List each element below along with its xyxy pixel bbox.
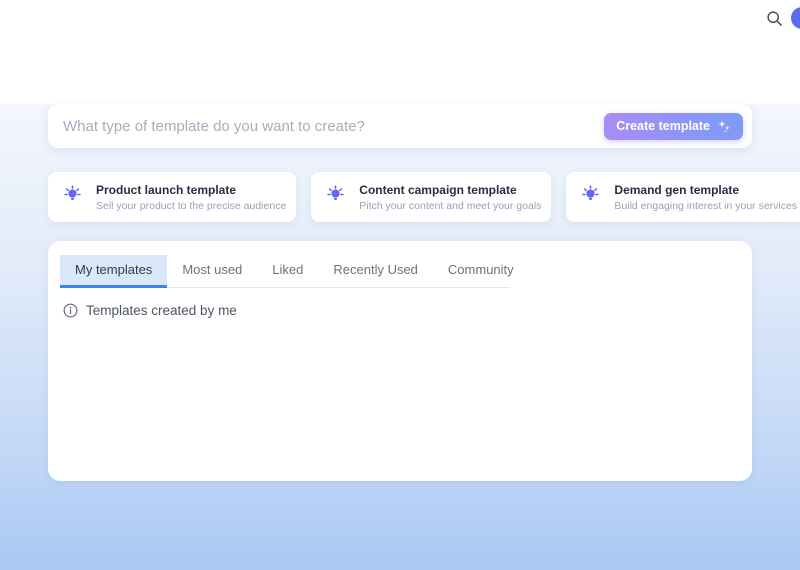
- tab-my-templates[interactable]: My templates: [60, 255, 167, 288]
- template-prompt-input[interactable]: [63, 118, 604, 135]
- top-bar: [0, 0, 800, 36]
- suggestion-subtitle: Sell your product to the precise audienc…: [96, 200, 286, 212]
- main-content: Create template: [0, 104, 800, 570]
- create-template-button[interactable]: Create template: [604, 113, 743, 140]
- templates-panel: My templates Most used Liked Recently Us…: [48, 241, 752, 481]
- suggestion-card-text: Demand gen template Build engaging inter…: [614, 183, 797, 212]
- suggestion-subtitle: Build engaging interest in your services: [614, 200, 797, 212]
- template-prompt-bar: Create template: [48, 104, 752, 148]
- suggestion-card-demand-gen[interactable]: Demand gen template Build engaging inter…: [566, 172, 800, 222]
- suggestion-title: Content campaign template: [359, 183, 541, 197]
- suggestion-card-text: Content campaign template Pitch your con…: [359, 183, 541, 212]
- tab-liked[interactable]: Liked: [257, 255, 318, 288]
- templates-tab-bar: My templates Most used Liked Recently Us…: [60, 255, 510, 288]
- suggestion-subtitle: Pitch your content and meet your goals: [359, 200, 541, 212]
- empty-state-row: Templates created by me: [63, 303, 740, 318]
- lightbulb-icon: [62, 184, 83, 210]
- tab-community[interactable]: Community: [433, 255, 529, 288]
- lightbulb-icon: [580, 184, 601, 210]
- sparkles-icon: [717, 119, 731, 133]
- suggestion-card-text: Product launch template Sell your produc…: [96, 183, 286, 212]
- lightbulb-icon: [325, 184, 346, 210]
- suggestion-title: Demand gen template: [614, 183, 797, 197]
- suggestion-card-content-campaign[interactable]: Content campaign template Pitch your con…: [311, 172, 551, 222]
- suggestion-title: Product launch template: [96, 183, 286, 197]
- empty-state-message: Templates created by me: [86, 303, 237, 318]
- tab-most-used[interactable]: Most used: [167, 255, 257, 288]
- search-icon[interactable]: [762, 6, 786, 30]
- suggestion-cards-row: Product launch template Sell your produc…: [48, 172, 752, 222]
- create-template-label: Create template: [616, 119, 710, 133]
- avatar[interactable]: [791, 7, 800, 29]
- tab-recently-used[interactable]: Recently Used: [318, 255, 433, 288]
- suggestion-card-product-launch[interactable]: Product launch template Sell your produc…: [48, 172, 296, 222]
- info-circle-icon: [63, 303, 78, 318]
